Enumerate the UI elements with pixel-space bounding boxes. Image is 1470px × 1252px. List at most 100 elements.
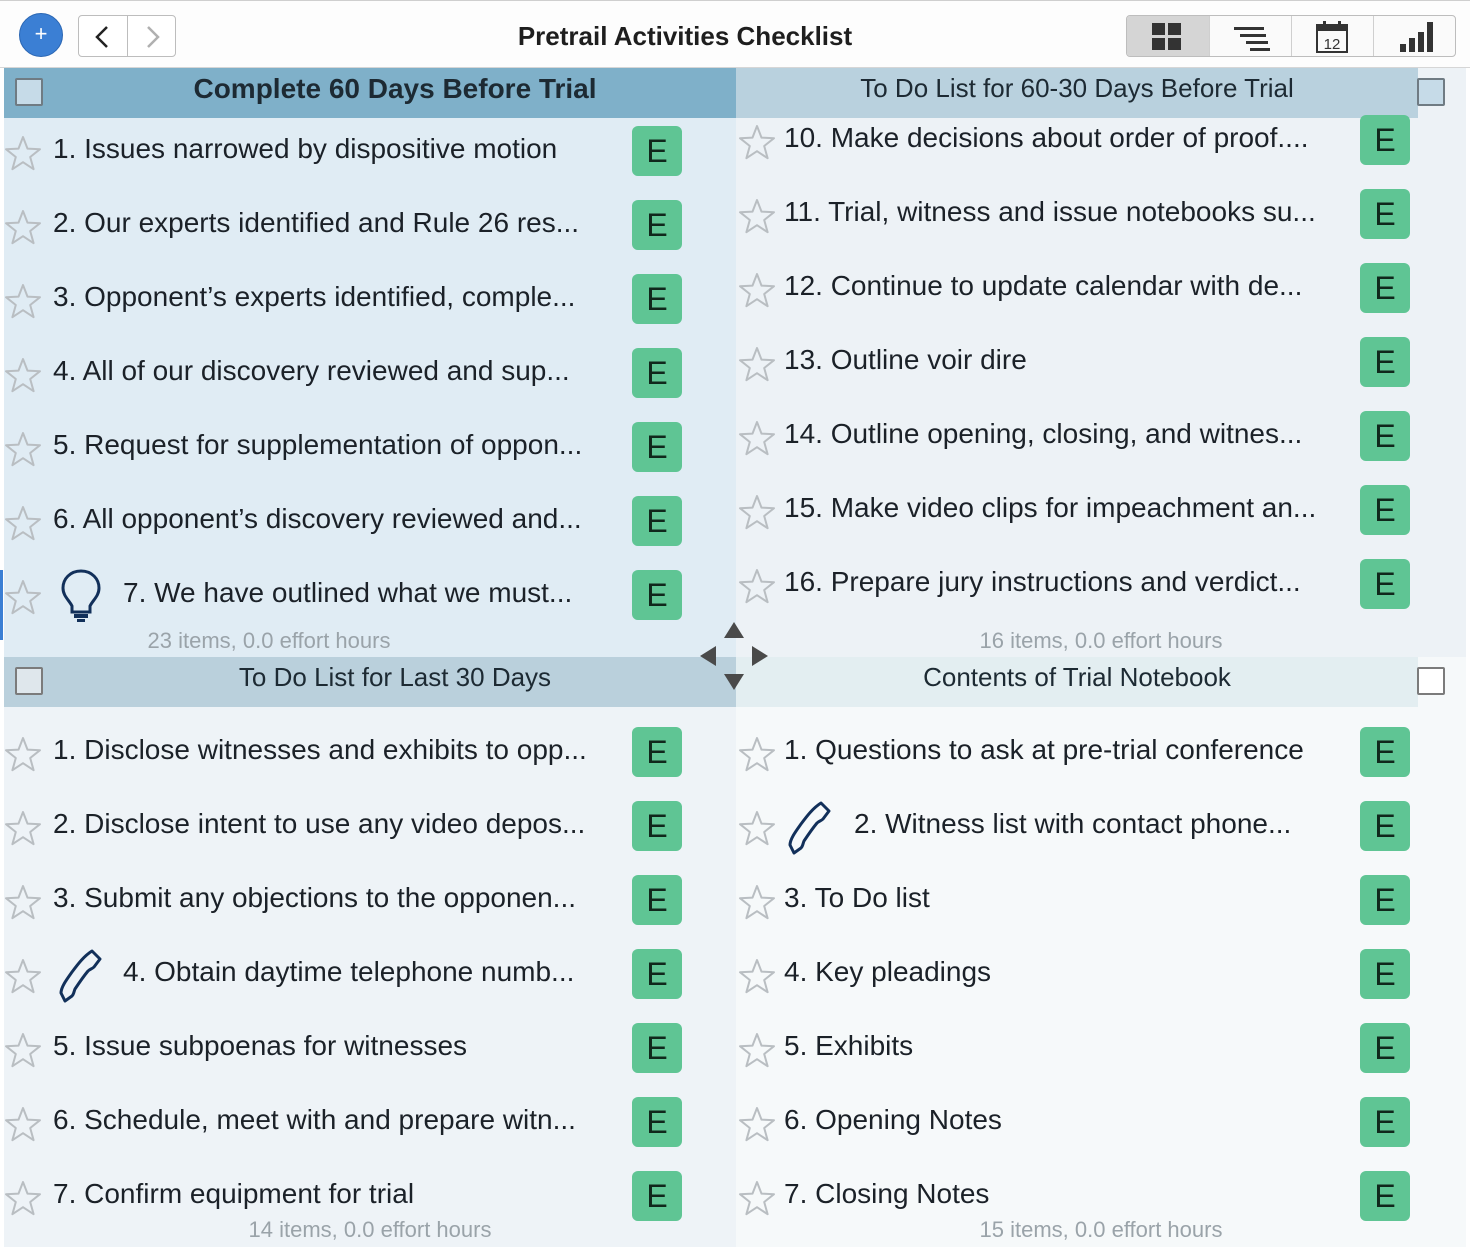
star-icon[interactable] (4, 431, 42, 469)
chart-view-button[interactable] (1373, 16, 1455, 56)
star-icon[interactable] (738, 1032, 776, 1070)
item-label[interactable]: 10. Make decisions about order of proof.… (784, 122, 1344, 154)
star-icon[interactable] (4, 810, 42, 848)
item-label[interactable]: 1. Issues narrowed by dispositive motion (53, 133, 613, 165)
list-item[interactable]: 3. To Do list E (736, 865, 1466, 939)
item-label[interactable]: 3. Opponent’s experts identified, comple… (53, 281, 613, 313)
star-icon[interactable] (4, 736, 42, 774)
star-icon[interactable] (4, 135, 42, 173)
list-item[interactable]: 13. Outline voir dire E (736, 327, 1466, 401)
effort-badge[interactable]: E (1360, 411, 1410, 461)
item-label[interactable]: 7. We have outlined what we must... (123, 577, 613, 609)
item-label[interactable]: 6. All opponent’s discovery reviewed and… (53, 503, 613, 535)
list-item[interactable]: 4. Key pleadings E (736, 939, 1466, 1013)
effort-badge[interactable]: E (1360, 485, 1410, 535)
item-label[interactable]: 16. Prepare jury instructions and verdic… (784, 566, 1344, 598)
forward-button[interactable] (128, 16, 176, 56)
quadrant-title[interactable]: To Do List for 60-30 Days Before Trial (736, 68, 1418, 108)
effort-badge[interactable]: E (632, 126, 682, 176)
effort-badge[interactable]: E (1360, 1023, 1410, 1073)
list-item[interactable]: 2. Our experts identified and Rule 26 re… (4, 190, 736, 264)
effort-badge[interactable]: E (1360, 189, 1410, 239)
item-label[interactable]: 14. Outline opening, closing, and witnes… (784, 418, 1344, 450)
quadrant-checkbox[interactable] (1417, 667, 1445, 695)
list-item[interactable]: 3. Submit any objections to the opponen.… (4, 865, 736, 939)
effort-badge[interactable]: E (632, 727, 682, 777)
item-label[interactable]: 3. Submit any objections to the opponen.… (53, 882, 613, 914)
effort-badge[interactable]: E (1360, 115, 1410, 165)
item-label[interactable]: 2. Witness list with contact phone... (854, 808, 1344, 840)
effort-badge[interactable]: E (632, 1097, 682, 1147)
effort-badge[interactable]: E (632, 200, 682, 250)
quadrant-checkbox[interactable] (15, 667, 43, 695)
effort-badge[interactable]: E (1360, 559, 1410, 609)
list-item[interactable]: 10. Make decisions about order of proof.… (736, 105, 1466, 179)
star-icon[interactable] (738, 124, 776, 162)
item-label[interactable]: 4. Key pleadings (784, 956, 1344, 988)
item-label[interactable]: 3. To Do list (784, 882, 1344, 914)
star-icon[interactable] (738, 958, 776, 996)
effort-badge[interactable]: E (632, 570, 682, 620)
effort-badge[interactable]: E (1360, 949, 1410, 999)
list-item[interactable]: 1. Questions to ask at pre-trial confere… (736, 717, 1466, 791)
item-label[interactable]: 1. Questions to ask at pre-trial confere… (784, 734, 1344, 766)
effort-badge[interactable]: E (632, 274, 682, 324)
list-item[interactable]: 12. Continue to update calendar with de.… (736, 253, 1466, 327)
effort-badge[interactable]: E (632, 1023, 682, 1073)
list-item[interactable]: 15. Make video clips for impeachment an.… (736, 475, 1466, 549)
list-item[interactable]: 16. Prepare jury instructions and verdic… (736, 549, 1466, 623)
quadrant-title[interactable]: Contents of Trial Notebook (736, 657, 1418, 697)
list-item[interactable]: 2. Disclose intent to use any video depo… (4, 791, 736, 865)
outline-view-button[interactable] (1209, 16, 1292, 56)
star-icon[interactable] (4, 283, 42, 321)
item-label[interactable]: 4. All of our discovery reviewed and sup… (53, 355, 613, 387)
list-item[interactable]: 11. Trial, witness and issue notebooks s… (736, 179, 1466, 253)
effort-badge[interactable]: E (632, 875, 682, 925)
quadrant-checkbox[interactable] (1417, 78, 1445, 106)
list-item[interactable]: 1. Disclose witnesses and exhibits to op… (4, 717, 736, 791)
star-icon[interactable] (4, 579, 42, 617)
grid-view-button[interactable] (1127, 16, 1210, 56)
star-icon[interactable] (4, 958, 42, 996)
item-label[interactable]: 13. Outline voir dire (784, 344, 1344, 376)
effort-badge[interactable]: E (632, 1171, 682, 1221)
back-button[interactable] (79, 16, 128, 56)
list-item[interactable]: 6. All opponent’s discovery reviewed and… (4, 486, 736, 560)
effort-badge[interactable]: E (1360, 1097, 1410, 1147)
item-label[interactable]: 1. Disclose witnesses and exhibits to op… (53, 734, 613, 766)
item-label[interactable]: 7. Closing Notes (784, 1178, 1344, 1210)
list-item[interactable]: 6. Opening Notes E (736, 1087, 1466, 1161)
star-icon[interactable] (4, 1106, 42, 1144)
item-label[interactable]: 12. Continue to update calendar with de.… (784, 270, 1344, 302)
item-label[interactable]: 5. Issue subpoenas for witnesses (53, 1030, 613, 1062)
list-item[interactable]: 3. Opponent’s experts identified, comple… (4, 264, 736, 338)
item-label[interactable]: 4. Obtain daytime telephone numb... (123, 956, 613, 988)
star-icon[interactable] (4, 505, 42, 543)
item-label[interactable]: 6. Schedule, meet with and prepare witn.… (53, 1104, 613, 1136)
effort-badge[interactable]: E (1360, 1171, 1410, 1221)
star-icon[interactable] (738, 346, 776, 384)
star-icon[interactable] (738, 736, 776, 774)
list-item[interactable]: 5. Request for supplementation of oppon.… (4, 412, 736, 486)
star-icon[interactable] (738, 810, 776, 848)
effort-badge[interactable]: E (1360, 875, 1410, 925)
star-icon[interactable] (4, 1180, 42, 1218)
list-item[interactable]: 14. Outline opening, closing, and witnes… (736, 401, 1466, 475)
list-item[interactable]: 6. Schedule, meet with and prepare witn.… (4, 1087, 736, 1161)
list-item[interactable]: 2. Witness list with contact phone... E (736, 791, 1466, 865)
star-icon[interactable] (4, 884, 42, 922)
calendar-view-button[interactable]: 12 (1291, 16, 1374, 56)
list-item[interactable]: 4. Obtain daytime telephone numb... E (4, 939, 736, 1013)
effort-badge[interactable]: E (1360, 801, 1410, 851)
item-label[interactable]: 15. Make video clips for impeachment an.… (784, 492, 1344, 524)
list-item[interactable]: 7. We have outlined what we must... E (4, 560, 736, 634)
effort-badge[interactable]: E (632, 422, 682, 472)
item-label[interactable]: 2. Our experts identified and Rule 26 re… (53, 207, 613, 239)
effort-badge[interactable]: E (1360, 337, 1410, 387)
list-item[interactable]: 5. Exhibits E (736, 1013, 1466, 1087)
item-label[interactable]: 11. Trial, witness and issue notebooks s… (784, 196, 1344, 228)
item-label[interactable]: 5. Request for supplementation of oppon.… (53, 429, 613, 461)
item-label[interactable]: 7. Confirm equipment for trial (53, 1178, 613, 1210)
quadrant-checkbox[interactable] (15, 78, 43, 106)
effort-badge[interactable]: E (632, 801, 682, 851)
